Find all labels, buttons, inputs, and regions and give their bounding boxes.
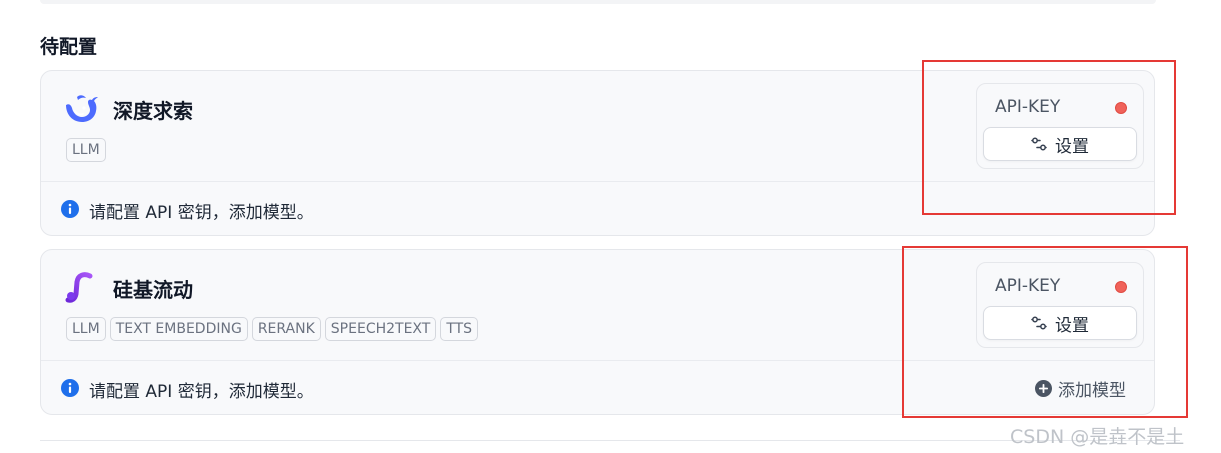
annotation-highlight-box [902, 246, 1188, 418]
siliconflow-logo-icon [65, 272, 93, 303]
tag-tts: TTS [440, 317, 479, 341]
provider-name: 硅基流动 [113, 278, 193, 302]
section-divider [40, 440, 1180, 441]
tag-speech2text: SPEECH2TEXT [324, 317, 437, 341]
watermark-text: CSDN @是垚不是土 [1010, 426, 1185, 448]
info-circle-icon [61, 200, 79, 218]
provider-name: 深度求索 [113, 99, 193, 123]
tag-text-embedding: TEXT EMBEDDING [109, 317, 248, 341]
tag-llm: LLM [66, 317, 106, 341]
info-circle-icon [61, 379, 79, 397]
tag-llm: LLM [66, 138, 106, 162]
annotation-highlight-box [922, 60, 1176, 215]
section-title: 待配置 [40, 36, 98, 58]
model-type-tags: LLM TEXT EMBEDDING RERANK SPEECH2TEXT TT… [66, 317, 479, 341]
config-notice: 请配置 API 密钥，添加模型。 [89, 382, 314, 402]
model-type-tags: LLM [66, 138, 106, 162]
config-notice: 请配置 API 密钥，添加模型。 [89, 203, 314, 223]
tag-rerank: RERANK [251, 317, 321, 341]
whale-logo-icon [66, 95, 98, 122]
previous-section-edge [40, 0, 1156, 4]
